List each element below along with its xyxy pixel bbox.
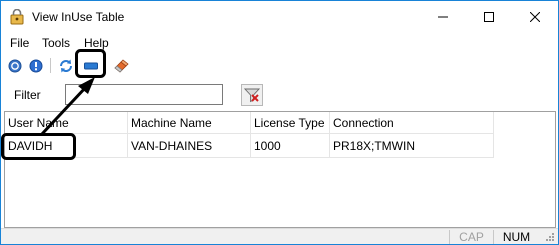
clear-filter-button[interactable]: [241, 84, 263, 106]
table-header: User Name Machine Name License Type Conn…: [5, 112, 494, 134]
num-lock-indicator: NUM: [493, 230, 539, 244]
clear-filter-icon: [244, 88, 260, 103]
menu-tools[interactable]: Tools: [42, 36, 70, 50]
cell-license-type[interactable]: 1000: [251, 134, 330, 158]
column-header-connection[interactable]: Connection: [330, 112, 494, 134]
column-header-user-name[interactable]: User Name: [5, 112, 128, 134]
title-bar[interactable]: View InUse Table: [1, 1, 558, 32]
toolbar: [1, 53, 558, 78]
toolbar-separator: [50, 58, 51, 73]
refresh-icon[interactable]: [57, 57, 75, 75]
maximize-button[interactable]: [466, 1, 512, 32]
column-header-machine-name[interactable]: Machine Name: [128, 112, 251, 134]
remove-icon[interactable]: [82, 57, 100, 75]
cell-user-name[interactable]: DAVIDH: [5, 134, 128, 158]
cell-machine-name[interactable]: VAN-DHAINES: [128, 134, 251, 158]
app-window: View InUse Table File Tools Help Filter …: [0, 0, 559, 245]
window-title: View InUse Table: [32, 10, 125, 24]
cell-connection[interactable]: PR18X;TMWIN: [330, 134, 494, 158]
close-button[interactable]: [512, 1, 558, 32]
filter-label: Filter: [14, 88, 41, 102]
status-bar: CAP NUM: [1, 228, 558, 244]
caps-lock-indicator: CAP: [449, 230, 493, 244]
help-icon[interactable]: [6, 57, 24, 75]
filter-row: Filter: [1, 79, 558, 109]
menu-bar: File Tools Help: [1, 34, 558, 52]
menu-help[interactable]: Help: [84, 36, 109, 50]
eraser-icon[interactable]: [112, 57, 130, 75]
resize-grip-icon[interactable]: [542, 231, 555, 243]
filter-input[interactable]: [65, 84, 223, 105]
menu-file[interactable]: File: [10, 36, 29, 50]
column-header-license-type[interactable]: License Type: [251, 112, 330, 134]
inuse-table[interactable]: User Name Machine Name License Type Conn…: [4, 111, 556, 228]
lock-app-icon: [10, 8, 24, 25]
minimize-button[interactable]: [420, 1, 466, 32]
info-icon[interactable]: [27, 57, 45, 75]
table-row[interactable]: DAVIDH VAN-DHAINES 1000 PR18X;TMWIN: [5, 134, 494, 158]
